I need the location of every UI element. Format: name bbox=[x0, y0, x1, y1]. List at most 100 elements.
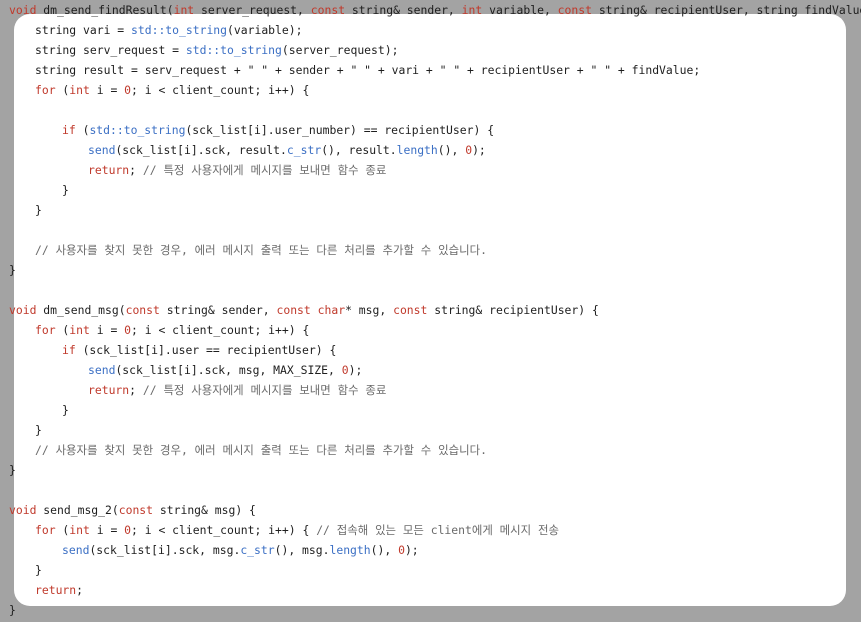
code-token: ); bbox=[348, 363, 363, 377]
code-token: 0 bbox=[341, 363, 349, 377]
code-token: } bbox=[62, 183, 69, 197]
code-token: char bbox=[317, 303, 346, 317]
code-token: } bbox=[9, 603, 16, 617]
code-token: dm_send_findResult( bbox=[36, 3, 174, 17]
code-token: const bbox=[557, 3, 592, 17]
code-token: send_msg_2( bbox=[36, 503, 119, 517]
code-token: i = bbox=[89, 323, 125, 337]
code-token: } bbox=[35, 203, 42, 217]
code-token: int bbox=[461, 3, 483, 17]
code-line-21: } bbox=[62, 400, 69, 420]
code-token: 0 bbox=[124, 523, 132, 537]
code-line-28: send(sck_list[i].sck, msg.c_str(), msg.l… bbox=[62, 540, 419, 560]
code-token: (), result. bbox=[321, 143, 397, 157]
code-token: const bbox=[276, 303, 311, 317]
code-token: ( bbox=[75, 123, 90, 137]
code-line-26: void send_msg_2(const string& msg) { bbox=[9, 500, 256, 520]
code-line-5: for (int i = 0; i < client_count; i++) { bbox=[35, 80, 309, 100]
code-token: server_request, bbox=[194, 3, 311, 17]
code-block: void dm_send_findResult(int server_reque… bbox=[0, 0, 861, 622]
code-line-29: } bbox=[35, 560, 42, 580]
code-token: } bbox=[9, 463, 16, 477]
code-token: // 사용자를 찾지 못한 경우, 에러 메시지 출력 또는 다른 처리를 추가… bbox=[35, 443, 487, 457]
code-token: // 사용자를 찾지 못한 경우, 에러 메시지 출력 또는 다른 처리를 추가… bbox=[35, 243, 487, 257]
code-token: variable, bbox=[482, 3, 558, 17]
code-token: 0 bbox=[398, 543, 405, 557]
code-line-31: } bbox=[9, 600, 16, 620]
code-token: ); bbox=[472, 143, 486, 157]
code-line-17: for (int i = 0; i < client_count; i++) { bbox=[35, 320, 309, 340]
code-token: (sck_list[i].user_number) == recipientUs… bbox=[185, 123, 495, 137]
code-token: length bbox=[329, 543, 371, 557]
code-token: ); bbox=[404, 543, 419, 557]
code-token: ( bbox=[55, 83, 70, 97]
code-token: for bbox=[35, 83, 56, 97]
code-token: ; bbox=[129, 163, 143, 177]
code-line-18: if (sck_list[i].user == recipientUser) { bbox=[62, 340, 336, 360]
code-token: string& msg) { bbox=[153, 503, 256, 517]
code-token: for bbox=[35, 323, 56, 337]
code-token: ; bbox=[129, 383, 143, 397]
code-token: return bbox=[88, 163, 130, 177]
code-token: void bbox=[9, 3, 37, 17]
code-token: ( bbox=[55, 523, 70, 537]
code-token: if bbox=[62, 123, 76, 137]
code-line-7: if (std::to_string(sck_list[i].user_numb… bbox=[62, 120, 494, 140]
code-token: } bbox=[35, 423, 42, 437]
code-line-8: send(sck_list[i].sck, result.c_str(), re… bbox=[88, 140, 486, 160]
code-token: i = bbox=[89, 523, 125, 537]
code-token: 0 bbox=[124, 83, 132, 97]
code-token: string& recipientUser) { bbox=[427, 303, 599, 317]
code-token: string& recipientUser, string findValue)… bbox=[591, 3, 861, 17]
code-token: for bbox=[35, 523, 56, 537]
code-line-24: } bbox=[9, 460, 16, 480]
code-line-22: } bbox=[35, 420, 42, 440]
code-line-2: string vari = std::to_string(variable); bbox=[35, 20, 302, 40]
code-line-4: string result = serv_request + " " + sen… bbox=[35, 60, 700, 80]
code-token: std::to_string bbox=[131, 23, 228, 37]
code-token: return bbox=[88, 383, 130, 397]
code-line-10: } bbox=[62, 180, 69, 200]
code-token: const bbox=[310, 3, 346, 17]
code-token: // 특정 사용자에게 메시지를 보내면 함수 종료 bbox=[142, 383, 387, 397]
code-token: const bbox=[393, 303, 428, 317]
code-token: // 특정 사용자에게 메시지를 보내면 함수 종료 bbox=[142, 163, 387, 177]
code-token: length bbox=[396, 143, 438, 157]
code-token: const bbox=[118, 503, 154, 517]
code-token: string& sender, bbox=[159, 303, 277, 317]
code-token: send bbox=[88, 363, 116, 377]
code-token: std::to_string bbox=[89, 123, 186, 137]
code-line-14: } bbox=[9, 260, 16, 280]
code-token: string result = serv_request + " " + sen… bbox=[35, 63, 701, 77]
code-token: (sck_list[i].sck, result. bbox=[115, 143, 287, 157]
code-token: 0 bbox=[124, 323, 132, 337]
code-line-19: send(sck_list[i].sck, msg, MAX_SIZE, 0); bbox=[88, 360, 362, 380]
code-token: c_str bbox=[286, 143, 322, 157]
code-token: string serv_request = bbox=[35, 43, 186, 57]
code-line-27: for (int i = 0; i < client_count; i++) {… bbox=[35, 520, 559, 540]
code-token: std::to_string bbox=[185, 43, 282, 57]
code-token: (), bbox=[370, 543, 399, 557]
code-token: string& sender, bbox=[345, 3, 462, 17]
code-token: string vari = bbox=[35, 23, 132, 37]
code-token: c_str bbox=[240, 543, 275, 557]
code-token: (sck_list[i].user == recipientUser) { bbox=[75, 343, 337, 357]
code-line-20: return; // 특정 사용자에게 메시지를 보내면 함수 종료 bbox=[88, 380, 386, 400]
code-token: * msg, bbox=[345, 303, 394, 317]
code-token: } bbox=[9, 263, 16, 277]
code-token: } bbox=[35, 563, 42, 577]
code-line-30: return; bbox=[35, 580, 83, 600]
code-token: int bbox=[173, 3, 195, 17]
code-token: // 접속해 있는 모든 client에게 메시지 전송 bbox=[316, 523, 559, 537]
code-token: (sck_list[i].sck, msg, MAX_SIZE, bbox=[115, 363, 342, 377]
code-line-23: // 사용자를 찾지 못한 경우, 에러 메시지 출력 또는 다른 처리를 추가… bbox=[35, 440, 487, 460]
code-line-16: void dm_send_msg(const string& sender, c… bbox=[9, 300, 599, 320]
code-token: (), msg. bbox=[274, 543, 330, 557]
code-token: return bbox=[35, 583, 77, 597]
code-token: ; i < client_count; i++) { bbox=[131, 83, 310, 97]
code-token: (server_request); bbox=[281, 43, 399, 57]
code-token: dm_send_msg( bbox=[36, 303, 126, 317]
code-token: ( bbox=[55, 323, 70, 337]
code-token: (sck_list[i].sck, msg. bbox=[89, 543, 241, 557]
code-token: ; i < client_count; i++) { bbox=[131, 523, 317, 537]
